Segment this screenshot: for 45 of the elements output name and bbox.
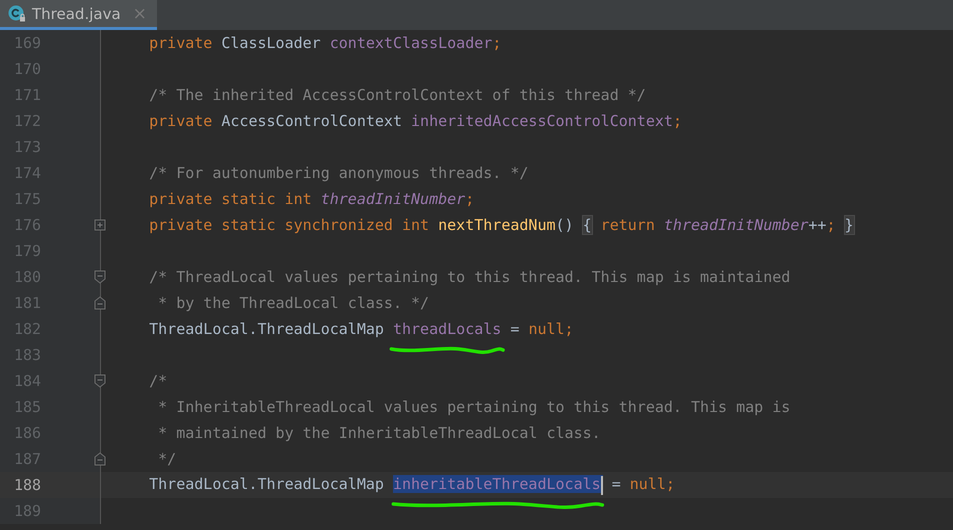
fold-start-icon[interactable] <box>94 270 106 284</box>
code-token: } <box>844 216 854 234</box>
code-token: ++ <box>808 216 826 234</box>
code-token: contextClassLoader <box>330 34 492 52</box>
code-token: /* For autonumbering anonymous threads. */ <box>148 164 528 182</box>
code-token: ClassLoader <box>221 34 322 52</box>
code-token: AccessControlContext <box>221 112 403 130</box>
fold-expand-icon[interactable] <box>94 218 106 232</box>
code-token: /* <box>148 372 168 390</box>
tab-label: Thread.java <box>32 4 121 22</box>
code-token: () <box>556 216 575 234</box>
text-caret <box>600 476 603 495</box>
code-token: private static synchronized int <box>148 216 430 234</box>
fold-end-icon[interactable] <box>94 296 106 310</box>
code-token: */ <box>157 450 176 468</box>
code-token: null; <box>630 475 675 494</box>
fold-start-icon[interactable] <box>94 374 106 388</box>
code-token: ; <box>826 216 836 234</box>
code-token: /* The inherited AccessControlContext of this thread */ <box>148 86 646 104</box>
code-token: private <box>148 34 214 52</box>
code-token: private static int <box>148 190 313 208</box>
code-token: nextThreadNum <box>438 216 556 234</box>
code-token: { <box>582 216 592 234</box>
code-token: return <box>600 216 656 234</box>
code-token: /* ThreadLocal values pertaining to this thread. This map is maintained <box>148 268 790 286</box>
code-token: ThreadLocal.ThreadLocalMap <box>148 320 385 338</box>
file-tab[interactable]: Thread.java × <box>0 0 157 30</box>
code-token: inheritedAccessControlContext <box>411 112 673 130</box>
code-token: * by the ThreadLocal class. */ <box>157 294 430 312</box>
code-token: threadInitNumber <box>320 190 466 208</box>
code-token: = <box>509 320 520 338</box>
code-token: private <box>148 112 214 130</box>
code-token: * InheritableThreadLocal values pertaining to this thread. This map is <box>157 398 790 416</box>
code-token: null; <box>528 320 574 338</box>
fold-end-icon[interactable] <box>94 452 106 466</box>
code-token: threadLocals <box>392 320 502 338</box>
code-token: * maintained by the InheritableThreadLocal class. <box>157 424 601 442</box>
class-file-icon <box>8 4 26 22</box>
code-token: = <box>610 475 622 494</box>
line-number: 188 <box>13 476 42 494</box>
code-token: threadInitNumber <box>664 216 808 234</box>
code-token: ; <box>672 112 682 130</box>
code-token: ThreadLocal.ThreadLocalMap <box>148 475 385 494</box>
code-token: ; <box>465 190 474 208</box>
code-token: ; <box>492 34 502 52</box>
